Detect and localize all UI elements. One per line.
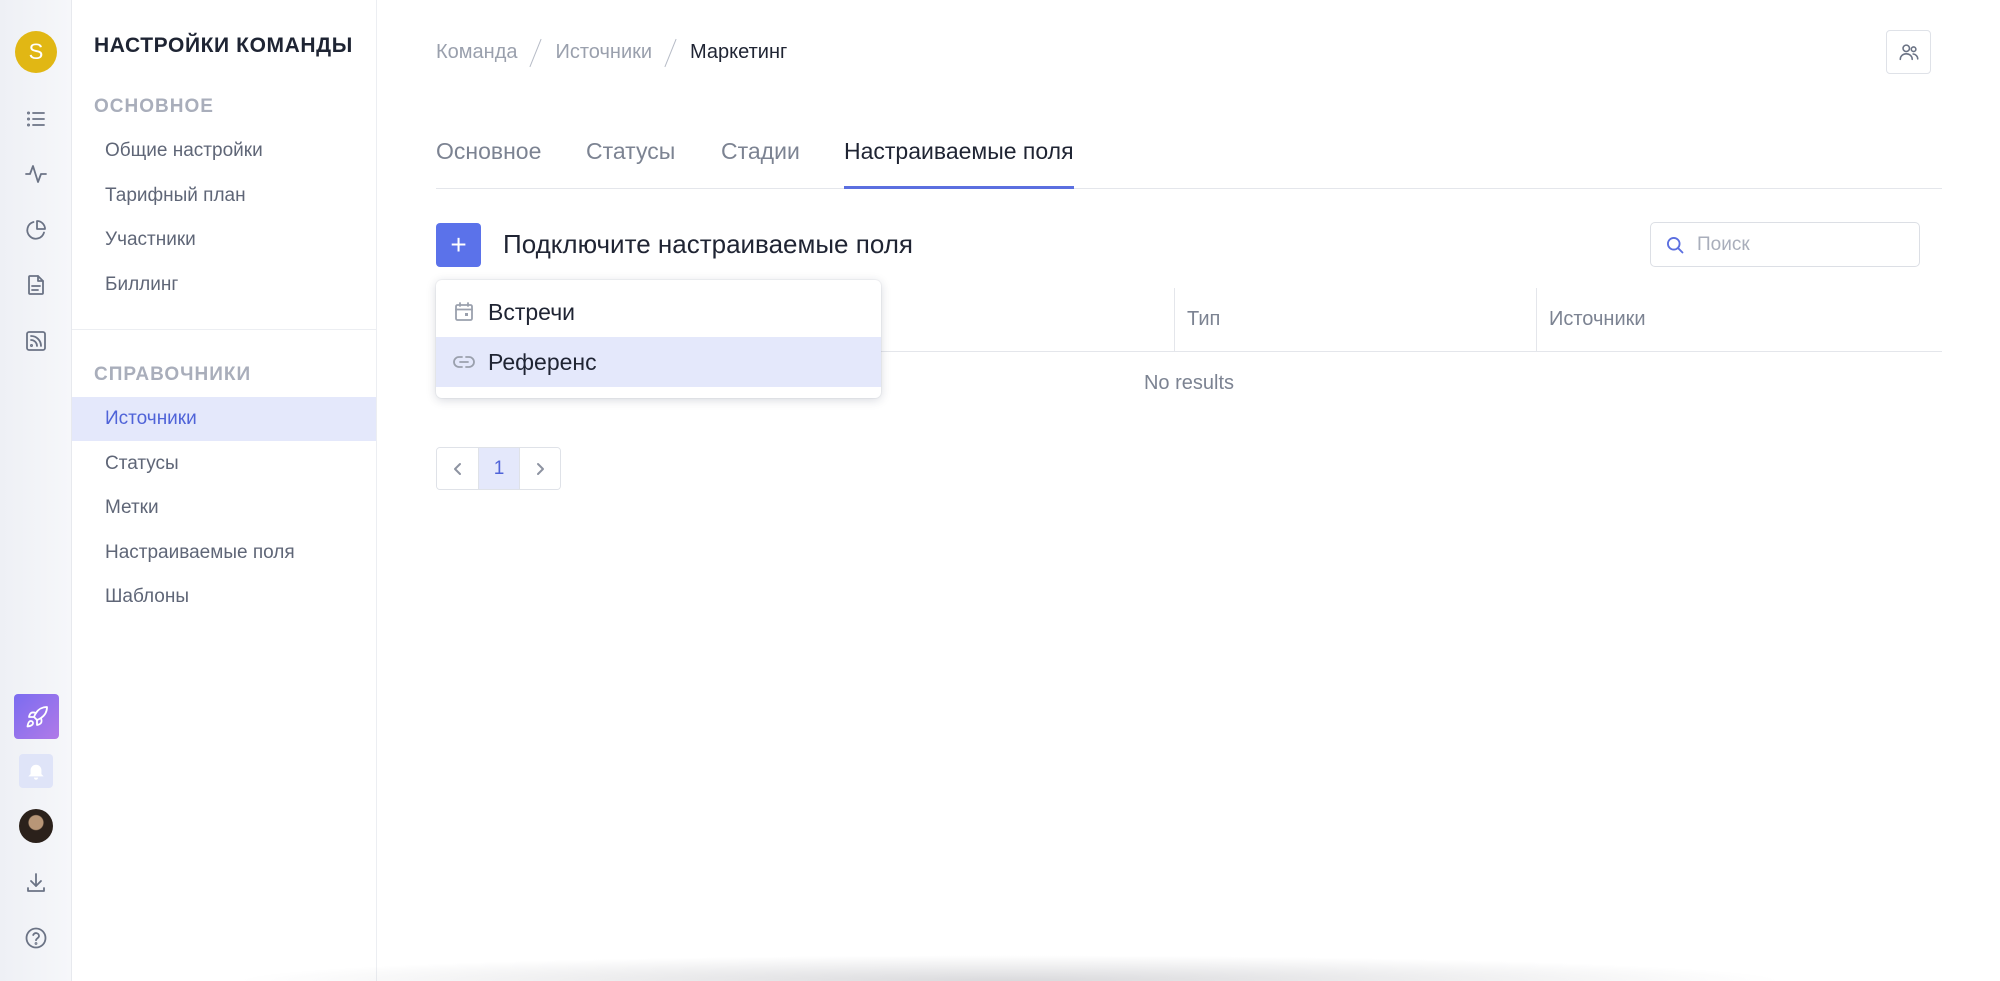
chevron-right-icon	[537, 462, 544, 475]
sidebar-item-statuses[interactable]: Статусы	[72, 442, 376, 486]
sidebar-item-sources[interactable]: Источники	[72, 397, 376, 441]
download-icon[interactable]	[16, 863, 56, 903]
rss-icon[interactable]	[16, 321, 56, 361]
bell-icon[interactable]	[19, 754, 53, 788]
search-field	[1650, 222, 1920, 267]
team-members-button[interactable]	[1886, 30, 1931, 74]
users-icon	[1899, 44, 1918, 61]
column-header-sources: Источники	[1536, 288, 1942, 351]
chevron-left-icon	[453, 462, 461, 475]
add-field-button[interactable]: +	[436, 223, 481, 267]
window-shadow	[230, 955, 1790, 981]
calendar-icon	[455, 302, 473, 321]
search-input[interactable]	[1697, 233, 1897, 256]
sidebar-item-general[interactable]: Общие настройки	[72, 129, 376, 173]
breadcrumb-separator	[527, 38, 545, 66]
help-icon[interactable]	[16, 918, 56, 958]
pie-chart-icon[interactable]	[16, 210, 56, 250]
tab-stages[interactable]: Стадии	[721, 138, 800, 189]
next-page-button[interactable]	[519, 448, 560, 489]
page-heading: Подключите настраиваемые поля	[503, 229, 913, 259]
field-type-dropdown: Встречи Референс	[436, 280, 881, 398]
page-number[interactable]: 1	[478, 448, 519, 489]
search-icon	[1667, 236, 1684, 253]
user-avatar[interactable]	[19, 809, 53, 843]
prev-page-button[interactable]	[437, 448, 478, 489]
section-label-main: ОСНОВНОЕ	[94, 96, 214, 117]
document-icon[interactable]	[16, 265, 56, 305]
breadcrumb: Команда Источники Маркетинг	[436, 38, 787, 66]
tab-custom-fields[interactable]: Настраиваемые поля	[844, 138, 1074, 189]
column-header-type: Тип	[1174, 288, 1536, 351]
sidebar-item-tags[interactable]: Метки	[72, 486, 376, 530]
activity-icon[interactable]	[16, 154, 56, 194]
breadcrumb-sources[interactable]: Источники	[555, 41, 652, 64]
tab-statuses[interactable]: Статусы	[586, 138, 675, 189]
sidebar-item-custom-fields[interactable]: Настраиваемые поля	[72, 531, 376, 575]
dropdown-item-reference[interactable]: Референс	[436, 337, 881, 387]
list-icon[interactable]	[16, 99, 56, 139]
sidebar-item-templates[interactable]: Шаблоны	[72, 575, 376, 619]
sidebar-divider	[72, 329, 376, 330]
breadcrumb-current: Маркетинг	[690, 40, 788, 63]
sidebar-item-plan[interactable]: Тарифный план	[72, 174, 376, 218]
sidebar-title: НАСТРОЙКИ КОМАНДЫ	[94, 34, 353, 57]
section-label-references: СПРАВОЧНИКИ	[94, 364, 252, 385]
link-icon	[453, 356, 475, 368]
rocket-icon[interactable]	[14, 694, 59, 739]
dropdown-item-label: Референс	[488, 348, 597, 375]
tabs: Основное Статусы Стадии Настраиваемые по…	[436, 138, 1942, 189]
sidebar-item-members[interactable]: Участники	[72, 218, 376, 262]
dropdown-item-meetings[interactable]: Встречи	[436, 287, 881, 337]
dropdown-item-label: Встречи	[488, 298, 576, 325]
settings-sidebar: НАСТРОЙКИ КОМАНДЫ ОСНОВНОЕ Общие настрой…	[72, 0, 377, 981]
breadcrumb-separator	[662, 38, 680, 66]
breadcrumb-team[interactable]: Команда	[436, 41, 517, 64]
pagination: 1	[436, 447, 561, 490]
icon-rail: S	[0, 0, 72, 981]
sidebar-item-billing[interactable]: Биллинг	[72, 263, 376, 307]
tab-general[interactable]: Основное	[436, 138, 541, 189]
team-avatar[interactable]: S	[15, 31, 57, 73]
